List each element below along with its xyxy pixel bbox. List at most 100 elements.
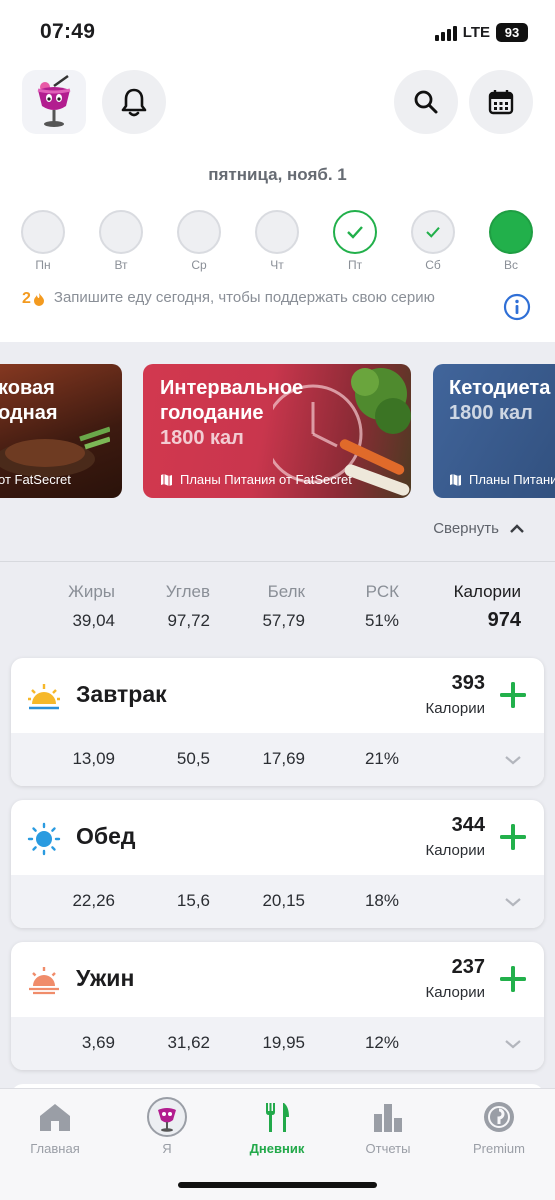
meal-plan-card[interactable]: ковая одная от FatSecret (0, 364, 122, 498)
chevron-down-icon[interactable] (504, 896, 522, 908)
home-icon (40, 1104, 70, 1131)
tab-home[interactable]: Главная (5, 1099, 105, 1156)
add-food-plus-icon[interactable] (498, 680, 528, 710)
sunrise-icon (28, 684, 60, 710)
day-label: Пт (347, 258, 363, 272)
meal-rsk: 18% (364, 891, 399, 910)
search-icon (414, 90, 438, 114)
meal-plan-card[interactable]: Интервальное голодание 1800 кал Планы Пи… (143, 364, 411, 498)
streak-number: 2 (22, 290, 31, 307)
meal-calories-label: Калории (425, 700, 485, 717)
check-icon (347, 226, 363, 239)
chevron-up-icon (510, 523, 524, 533)
notifications-button[interactable] (102, 70, 166, 134)
day-circle (21, 210, 65, 254)
day-wednesday[interactable]: Ср (177, 210, 221, 272)
tab-premium[interactable]: Premium (449, 1099, 549, 1156)
total-header: Белк (267, 582, 305, 601)
meal-plan-title: ковая одная (0, 377, 58, 424)
streak-banner: 2 Запишите еду сегодня, чтобы поддержать… (22, 288, 492, 308)
selected-date-title: пятница, нояб. 1 (208, 165, 347, 184)
profile-avatar-icon (147, 1097, 187, 1137)
meal-macros-row[interactable]: 3,69 31,62 19,95 12% (11, 1017, 544, 1070)
day-friday[interactable]: Пт (333, 210, 377, 272)
steak-image (0, 426, 110, 477)
total-value: 97,72 (167, 611, 210, 630)
meal-card-dinner[interactable]: Ужин 237 Калории 3,69 31,62 19,95 12% (11, 942, 544, 1070)
meal-calories-label: Калории (425, 842, 485, 859)
meal-macros-row[interactable]: 13,09 50,5 17,69 21% (11, 733, 544, 786)
status-bar-right: LTE 93 (434, 23, 528, 42)
tab-me[interactable]: Я (117, 1097, 217, 1156)
tab-label: Дневник (249, 1141, 305, 1156)
meal-plan-title: Интервальное голодание (160, 377, 304, 424)
premium-badge-icon (484, 1102, 514, 1132)
bar-chart-icon (374, 1104, 402, 1132)
day-tuesday[interactable]: Вт (99, 210, 143, 272)
check-icon (426, 227, 440, 238)
search-button[interactable] (394, 70, 458, 134)
tab-label: Главная (30, 1141, 80, 1156)
network-type: LTE (462, 24, 490, 41)
meal-protein: 19,95 (262, 1033, 305, 1052)
meal-name: Ужин (76, 965, 135, 991)
day-saturday[interactable]: Сб (411, 210, 455, 272)
day-circle (333, 210, 377, 254)
cocktail-avatar-icon (37, 74, 71, 127)
tab-diary[interactable]: Дневник (227, 1099, 327, 1156)
meal-plan-source: Планы Питания (469, 472, 555, 487)
tab-label: Premium (472, 1141, 525, 1156)
meal-calories: 237 (451, 956, 485, 978)
calendar-button[interactable] (469, 70, 533, 134)
bell-icon (121, 88, 147, 117)
divider (0, 561, 555, 562)
day-monday[interactable]: Пн (21, 210, 65, 272)
streak-count: 2 (22, 290, 46, 308)
day-label: Вс (503, 258, 518, 272)
total-protein: Белк 57,79 (262, 582, 305, 631)
tab-reports[interactable]: Отчеты (338, 1099, 438, 1156)
meal-plan-source: Планы Питания от FatSecret (180, 472, 352, 487)
total-value: 39,04 (72, 611, 115, 630)
chevron-down-icon[interactable] (504, 754, 522, 766)
meal-name: Завтрак (76, 681, 167, 707)
map-icon (450, 473, 461, 486)
meal-calories: 393 (451, 672, 485, 694)
meal-fat: 3,69 (81, 1033, 115, 1052)
meal-name: Обед (76, 823, 136, 849)
chevron-down-icon[interactable] (504, 1038, 522, 1050)
battery-level: 93 (496, 23, 528, 42)
meal-card-breakfast[interactable]: Завтрак 393 Калории 13,09 50,5 17,69 21% (11, 658, 544, 786)
status-time: 07:49 (40, 20, 96, 43)
streak-message: Запишите еду сегодня, чтобы поддержать с… (53, 289, 435, 306)
day-label: Сб (425, 258, 441, 272)
meal-plan-card[interactable]: Кетодиета 1800 кал Планы Питания (433, 364, 555, 498)
profile-app-icon[interactable] (22, 70, 86, 134)
meal-carbs: 31,62 (167, 1033, 210, 1052)
flame-icon (33, 293, 44, 306)
meal-carbs: 15,6 (176, 891, 210, 910)
total-fat: Жиры 39,04 (68, 582, 115, 631)
tab-label: Я (162, 1141, 172, 1156)
total-value: 51% (364, 611, 399, 630)
meal-plan-kcal: 1800 кал (449, 402, 533, 424)
fork-knife-icon (266, 1103, 289, 1132)
meal-plan-carousel[interactable]: ковая одная от FatSecret Интервальное го… (0, 364, 555, 498)
calendar-icon (488, 90, 514, 115)
meal-rsk: 21% (364, 749, 399, 768)
meal-plan-source: от FatSecret (0, 472, 71, 487)
add-food-plus-icon[interactable] (498, 964, 528, 994)
total-rsk: РСК 51% (365, 582, 399, 631)
day-label: Вт (114, 258, 128, 272)
total-header: РСК (365, 582, 399, 601)
day-thursday[interactable]: Чт (255, 210, 299, 272)
add-food-plus-icon[interactable] (498, 822, 528, 852)
meal-card-lunch[interactable]: Обед 344 Калории 22,26 15,6 20,15 18% (11, 800, 544, 928)
meal-fat: 13,09 (72, 749, 115, 768)
info-icon[interactable] (503, 293, 531, 321)
total-header: Калории (453, 582, 521, 601)
collapse-button[interactable]: Свернуть (433, 520, 525, 537)
meal-plan-kcal: 1800 кал (160, 427, 244, 449)
meal-macros-row[interactable]: 22,26 15,6 20,15 18% (11, 875, 544, 928)
day-sunday[interactable]: Вс (489, 210, 533, 272)
